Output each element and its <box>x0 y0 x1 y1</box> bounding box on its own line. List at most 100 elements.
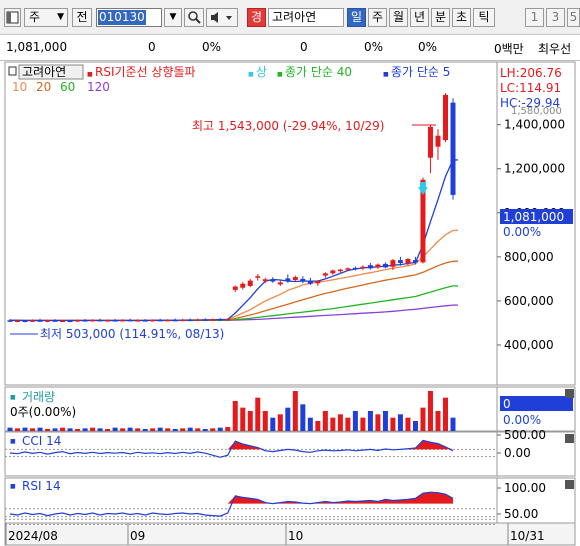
candle-body <box>240 283 246 288</box>
volume-bar <box>225 427 231 431</box>
candle-body <box>195 319 201 321</box>
volume-bar <box>135 428 141 431</box>
volume-bar <box>352 411 358 431</box>
stock-chart[interactable]: 1,400,0001,200,0001,000,000800,000600,00… <box>0 61 580 546</box>
lh-label: LH:206.76 <box>500 66 562 80</box>
volume-axis-box <box>500 396 573 411</box>
period-4[interactable]: 분 <box>431 8 450 27</box>
number-button-3[interactable]: 3 <box>546 8 565 27</box>
legend-arrow-label: 상 <box>256 65 267 79</box>
volume-bar <box>367 411 373 431</box>
volume-bar <box>157 427 163 431</box>
type-select[interactable]: 주 ▼ <box>24 8 68 27</box>
volume-bar <box>97 428 103 431</box>
volume-bar <box>360 417 366 431</box>
number-button-1[interactable]: 1 <box>525 8 544 27</box>
rsi-tick-100-label: 100.00 <box>504 481 546 495</box>
code-dropdown-button[interactable]: ▼ <box>164 8 182 27</box>
volume-bar <box>15 428 21 431</box>
price-value: 1,081,000 <box>6 40 68 54</box>
legend-ma-period: 60 <box>60 80 75 94</box>
warning-badge[interactable]: 경 <box>247 8 266 27</box>
candle-body <box>270 279 276 282</box>
volume-label: 거래량 <box>22 390 55 404</box>
volume-bar <box>247 411 253 431</box>
volume-bar <box>315 421 321 431</box>
volume-bar <box>217 427 223 431</box>
candle-body <box>112 320 118 322</box>
volume-bar <box>45 429 51 431</box>
volume-bar <box>37 427 43 431</box>
candle-body <box>60 320 66 323</box>
legend-arrow-marker: ■ <box>248 71 254 78</box>
hc-label: HC:-29.94 <box>500 96 560 110</box>
candle-body <box>292 277 298 280</box>
volume-bar <box>442 397 448 431</box>
close-icon <box>565 434 574 443</box>
legend-ma5-marker: ■ <box>383 71 389 78</box>
volume-bar <box>345 417 351 431</box>
volume-axis-value: 0 <box>503 397 511 411</box>
volume-bar <box>82 428 88 431</box>
candle-body <box>367 265 373 269</box>
volume-bar <box>420 407 426 431</box>
candle-body <box>45 320 51 322</box>
candle-body <box>405 259 411 264</box>
sound-button[interactable] <box>206 8 238 27</box>
volume-bar <box>7 427 13 431</box>
volume-bar <box>412 421 418 431</box>
candle-body <box>345 268 351 270</box>
period-0[interactable]: 일 <box>347 8 366 27</box>
volume-axis-pct: 0.00% <box>503 413 541 427</box>
lc-label: LC:114.91 <box>500 81 561 95</box>
candle-body <box>337 269 343 272</box>
candle-body <box>360 266 366 269</box>
jeon-button[interactable]: 전 <box>72 8 92 27</box>
legend-ma40-marker: ■ <box>277 71 283 78</box>
candle-body <box>90 319 96 322</box>
cci-marker: ■ <box>10 438 16 445</box>
low-annotation: 최저 503,000 (114.91%, 08/13) <box>40 327 224 341</box>
stock-name-field[interactable]: 고려아연 <box>268 8 344 27</box>
volume-value: 0 <box>300 40 308 54</box>
candle-body <box>127 319 133 322</box>
candle-body <box>300 278 306 282</box>
candle-body <box>247 280 253 286</box>
volume-bar <box>60 427 66 431</box>
volume-marker: ■ <box>10 394 16 401</box>
volume-bar <box>127 427 133 431</box>
volume-bar <box>337 414 343 431</box>
rsi-tick-50-label: 50.00 <box>504 507 538 521</box>
volume-bar <box>112 427 118 431</box>
volume-bar <box>285 407 291 431</box>
volume-bar <box>22 427 28 431</box>
stock-code-input[interactable]: 010130 <box>96 8 162 27</box>
candle-body <box>375 264 381 268</box>
volume-bar <box>150 428 156 431</box>
candle-body <box>97 319 103 322</box>
speaker-icon <box>211 12 232 23</box>
period-2[interactable]: 월 <box>389 8 408 27</box>
volume-bar <box>277 414 283 431</box>
volume-bar <box>105 429 111 431</box>
legend-box-icon <box>8 66 17 76</box>
volume-bar <box>90 427 96 431</box>
volume-bar <box>165 428 171 431</box>
period-1[interactable]: 주 <box>368 8 387 27</box>
date-label-2: 10 <box>288 529 303 543</box>
period-3[interactable]: 년 <box>410 8 429 27</box>
candle-body <box>82 320 88 322</box>
search-button[interactable] <box>184 8 204 27</box>
period-5[interactable]: 초 <box>452 8 471 27</box>
legend-ma40-label: 종가 단순 40 <box>285 65 352 79</box>
candle-body <box>157 319 163 322</box>
change-pct: 0% <box>202 40 222 54</box>
number-button-5[interactable]: 5 <box>567 8 580 27</box>
candle-body <box>105 320 111 322</box>
window-icon[interactable] <box>4 8 21 27</box>
volume-bar <box>202 429 208 431</box>
period-6[interactable]: 틱 <box>473 8 495 27</box>
price-tick-label: 1,400,000 <box>504 118 565 132</box>
signal-arrow-stem <box>419 182 426 187</box>
change-value: 0 <box>148 40 156 54</box>
